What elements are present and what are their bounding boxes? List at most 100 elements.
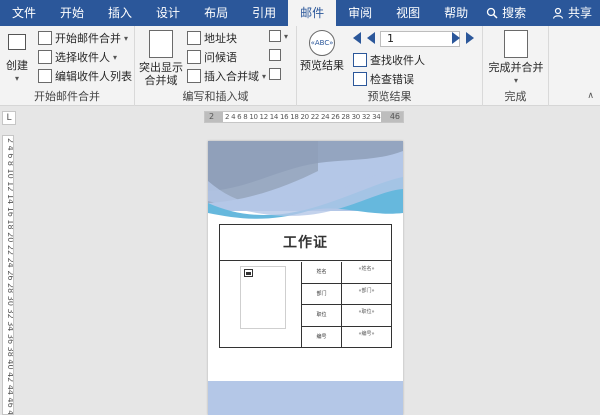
check-errors-button[interactable]: 检查错误 xyxy=(353,71,414,87)
find-recipient-button[interactable]: 查找收件人 xyxy=(353,52,425,68)
group-label-write: 编写和插入域 xyxy=(182,90,249,103)
group-label-finish: 完成 xyxy=(504,90,527,103)
highlight-merge-fields-label: 突出显示 合并域 xyxy=(139,61,183,87)
group-label-start: 开始邮件合并 xyxy=(34,90,100,103)
update-labels-icon xyxy=(269,68,281,80)
insert-field-icon xyxy=(187,69,201,83)
chevron-down-icon: ▾ xyxy=(124,33,129,43)
group-finish: 完成并合并 ▾ 完成 xyxy=(483,26,549,106)
create-button[interactable]: 创建 ▾ xyxy=(4,30,30,85)
greeting-line-button[interactable]: 问候语 xyxy=(187,49,237,65)
image-placeholder-icon xyxy=(244,269,253,277)
group-write-insert-fields: 突出显示 合并域 地址块 问候语 插入合并域 ▾ ▾ 编写和插入域 xyxy=(135,26,297,106)
record-number-input[interactable]: 1 xyxy=(380,31,460,47)
horizontal-ruler[interactable]: 2 2 4 6 8 10 12 14 16 18 20 22 24 26 28 … xyxy=(204,111,404,123)
merge-field-number[interactable]: «编号» xyxy=(342,327,391,349)
group-label-preview: 预览结果 xyxy=(367,90,412,103)
ruler-left-value: 2 xyxy=(209,112,215,121)
table-row[interactable]: 编号 «编号» xyxy=(302,326,391,349)
chevron-down-icon: ▾ xyxy=(284,31,289,41)
ruler-row: L 2 2 4 6 8 10 12 14 16 18 20 22 24 26 2… xyxy=(0,107,600,129)
tab-references[interactable]: 引用 xyxy=(240,0,288,26)
table-row[interactable]: 职位 «职位» xyxy=(302,305,391,327)
start-mail-merge-label: 开始邮件合并 xyxy=(55,32,121,45)
merge-field-department[interactable]: «部门» xyxy=(342,284,391,305)
person-icon xyxy=(552,7,564,19)
preview-results-button[interactable]: «ABC» 预览结果 xyxy=(299,30,345,72)
tab-design[interactable]: 设计 xyxy=(144,0,192,26)
last-record-icon[interactable] xyxy=(466,32,474,44)
finish-merge-button[interactable]: 完成并合并 ▾ xyxy=(485,30,547,87)
check-errors-label: 检查错误 xyxy=(370,73,414,86)
tab-review[interactable]: 审阅 xyxy=(336,0,384,26)
first-record-icon[interactable] xyxy=(353,32,361,44)
highlight-merge-fields-button[interactable]: 突出显示 合并域 xyxy=(137,30,185,87)
chevron-down-icon: ▾ xyxy=(113,52,118,62)
photo-cell[interactable] xyxy=(220,262,302,347)
find-icon xyxy=(353,53,367,67)
rules-button[interactable]: ▾ xyxy=(269,30,288,42)
search-box[interactable]: 搜索 xyxy=(480,0,534,26)
badge-title: 工作证 xyxy=(220,225,391,261)
edit-list-icon xyxy=(38,69,52,83)
group-preview-results: «ABC» 预览结果 1 查找收件人 检查错误 预览结果 xyxy=(297,26,483,106)
group-start-mail-merge: 创建 ▾ 开始邮件合并 ▾ 选择收件人 ▾ 编辑收件人列表 开始邮件合并 xyxy=(0,26,135,106)
previous-record-icon[interactable] xyxy=(367,32,375,44)
recipients-icon xyxy=(38,50,52,64)
preview-results-label: 预览结果 xyxy=(300,59,344,72)
next-record-icon[interactable] xyxy=(452,32,460,44)
chevron-down-icon: ▾ xyxy=(262,71,267,81)
ruler-right-value: 46 xyxy=(389,112,400,121)
preview-abc-icon: «ABC» xyxy=(309,30,335,56)
field-label-name: 姓名 xyxy=(302,262,342,283)
tab-mailings[interactable]: 邮件 xyxy=(288,0,337,26)
check-errors-icon xyxy=(353,72,367,86)
document-page[interactable]: 工作证 姓名 «姓名» 部门 «部门» 职位 «职位» 编号 «编号» xyxy=(208,141,403,415)
field-label-position: 职位 xyxy=(302,305,342,326)
tab-selector-button[interactable]: L xyxy=(2,111,16,125)
badge-table[interactable]: 工作证 姓名 «姓名» 部门 «部门» 职位 «职位» 编号 «编号» xyxy=(219,224,392,348)
vertical-ruler-scale: 2 4 6 8 10 12 14 16 18 20 22 24 26 28 30… xyxy=(6,138,14,414)
document-icon xyxy=(38,31,52,45)
table-row[interactable]: 部门 «部门» xyxy=(302,283,391,305)
vertical-ruler[interactable]: 2 4 6 8 10 12 14 16 18 20 22 24 26 28 30… xyxy=(2,135,14,415)
match-fields-button[interactable] xyxy=(269,49,281,61)
address-block-icon xyxy=(187,31,201,45)
tab-view[interactable]: 视图 xyxy=(384,0,432,26)
greeting-line-label: 问候语 xyxy=(204,51,237,64)
edit-recipients-button[interactable]: 编辑收件人列表 xyxy=(38,68,132,84)
merge-field-name[interactable]: «姓名» xyxy=(342,262,391,283)
tab-home[interactable]: 开始 xyxy=(48,0,96,26)
collapse-ribbon-icon[interactable]: ∧ xyxy=(587,91,594,101)
share-button[interactable]: 共享 xyxy=(544,0,600,26)
field-label-number: 编号 xyxy=(302,326,342,348)
tab-file[interactable]: 文件 xyxy=(0,0,48,26)
chevron-down-icon: ▾ xyxy=(513,76,518,85)
update-labels-button[interactable] xyxy=(269,68,281,80)
finish-merge-icon xyxy=(504,30,528,58)
create-label: 创建 xyxy=(6,59,28,72)
edit-recipients-label: 编辑收件人列表 xyxy=(55,70,132,83)
select-recipients-label: 选择收件人 xyxy=(55,51,110,64)
rules-icon xyxy=(269,30,281,42)
ribbon: 创建 ▾ 开始邮件合并 ▾ 选择收件人 ▾ 编辑收件人列表 开始邮件合并 突出显… xyxy=(0,26,600,106)
insert-merge-field-button[interactable]: 插入合并域 ▾ xyxy=(187,68,266,84)
insert-merge-field-label: 插入合并域 xyxy=(204,70,259,83)
ribbon-tab-bar: 文件 开始 插入 设计 布局 引用 邮件 审阅 视图 帮助 搜索 共享 xyxy=(0,0,600,26)
find-recipient-label: 查找收件人 xyxy=(370,54,425,67)
tab-help[interactable]: 帮助 xyxy=(432,0,480,26)
highlight-fields-icon xyxy=(149,30,173,58)
tab-insert[interactable]: 插入 xyxy=(96,0,144,26)
finish-merge-label: 完成并合并 xyxy=(488,61,544,74)
search-icon xyxy=(487,7,498,19)
chevron-down-icon: ▾ xyxy=(14,74,19,83)
share-label: 共享 xyxy=(567,6,592,20)
table-row[interactable]: 姓名 «姓名» xyxy=(302,262,391,284)
address-block-button[interactable]: 地址块 xyxy=(187,30,237,46)
greeting-line-icon xyxy=(187,50,201,64)
tab-layout[interactable]: 布局 xyxy=(192,0,240,26)
select-recipients-button[interactable]: 选择收件人 ▾ xyxy=(38,49,117,65)
merge-field-position[interactable]: «职位» xyxy=(342,305,391,326)
envelope-icon xyxy=(8,34,26,50)
start-mail-merge-button[interactable]: 开始邮件合并 ▾ xyxy=(38,30,128,46)
